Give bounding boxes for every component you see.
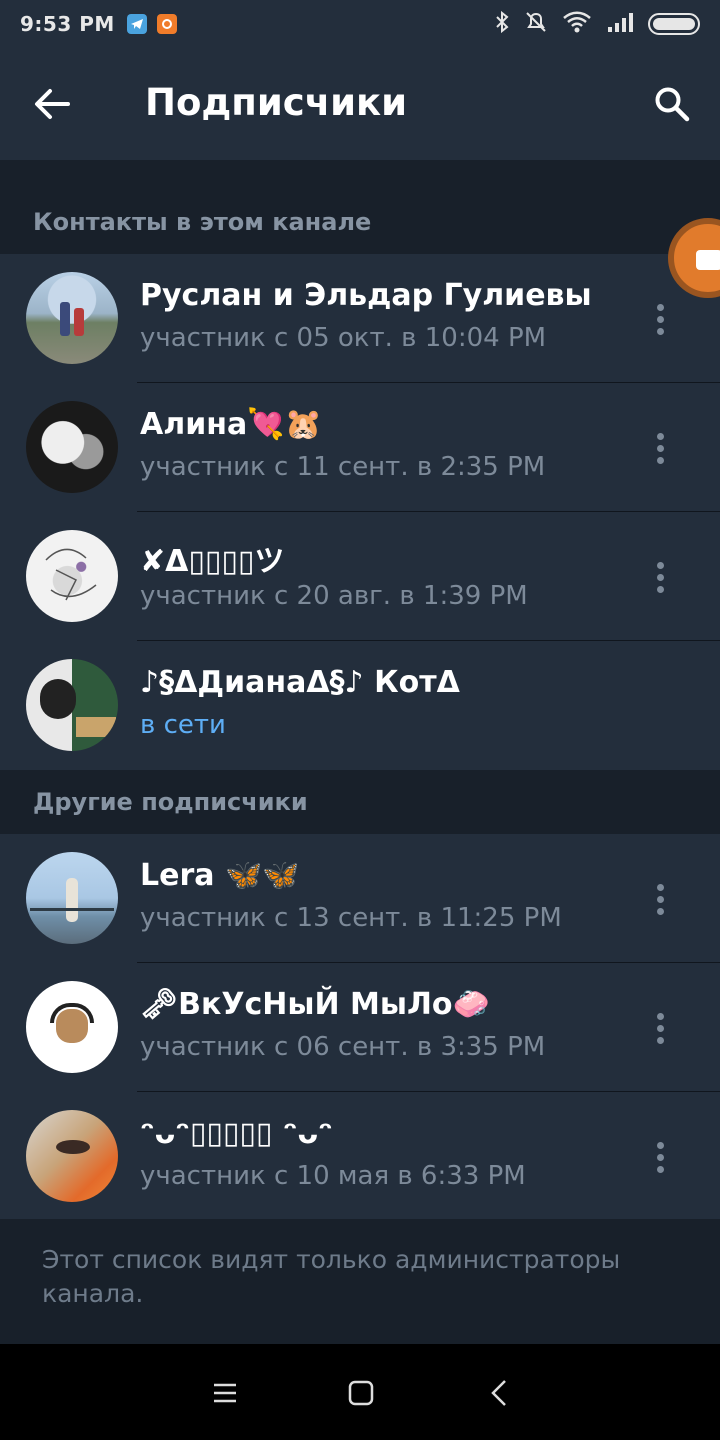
more-options-button[interactable] — [640, 1132, 680, 1182]
app-header: Подписчики — [0, 48, 720, 160]
member-name: ♪§ΔДианаΔ§♪ КотΔ — [140, 665, 460, 700]
member-name: ᵔᴗᵔ▯▯▯▯▯ ᵔᴗᵔ — [140, 1116, 333, 1151]
avatar — [26, 659, 118, 751]
admin-visibility-note: Этот список видят только администраторы … — [0, 1219, 720, 1344]
search-button[interactable] — [642, 76, 702, 132]
list-item[interactable]: ᵔᴗᵔ▯▯▯▯▯ ᵔᴗᵔ участник с 10 мая в 6:33 PM — [0, 1092, 720, 1221]
system-nav-bar — [0, 1344, 720, 1440]
section-header-contacts: Контакты в этом канале — [0, 190, 720, 254]
more-options-button[interactable] — [640, 1003, 680, 1053]
list-item[interactable]: ✘Δ▯▯▯▯ツ участник с 20 авг. в 1:39 PM — [0, 512, 720, 641]
record-icon — [156, 14, 177, 34]
list-item[interactable]: Lera 🦋🦋 участник с 13 сент. в 11:25 PM — [0, 834, 720, 963]
more-options-button[interactable] — [640, 423, 680, 473]
menu-button[interactable] — [200, 1368, 250, 1418]
member-subtitle: участник с 10 мая в 6:33 PM — [140, 1161, 526, 1191]
video-camera-icon — [696, 250, 720, 270]
section-header-others: Другие подписчики — [0, 770, 720, 834]
member-subtitle: участник с 06 сент. в 3:35 PM — [140, 1032, 546, 1062]
search-icon — [655, 87, 690, 122]
member-status-online: в сети — [140, 710, 226, 740]
avatar — [26, 852, 118, 944]
status-time: 9:53 PM — [20, 12, 115, 36]
avatar — [26, 981, 118, 1073]
avatar — [26, 272, 118, 364]
other-subscribers-list: Lera 🦋🦋 участник с 13 сент. в 11:25 PM 🗝… — [0, 834, 720, 1221]
member-subtitle: участник с 20 авг. в 1:39 PM — [140, 581, 528, 611]
page-title: Подписчики — [145, 81, 408, 124]
back-chevron-icon — [491, 1380, 506, 1406]
menu-icon — [214, 1383, 236, 1403]
bluetooth-icon — [494, 10, 510, 38]
more-options-button[interactable] — [640, 294, 680, 344]
back-button[interactable] — [22, 78, 82, 130]
more-options-button[interactable] — [640, 874, 680, 924]
signal-icon — [606, 11, 634, 37]
header-spacer — [0, 160, 720, 190]
member-name: Руслан и Эльдар Гулиевы — [140, 278, 592, 313]
mute-icon — [524, 10, 548, 38]
back-nav-button[interactable] — [474, 1368, 524, 1418]
member-subtitle: участник с 13 сент. в 11:25 PM — [140, 903, 562, 933]
list-item[interactable]: 🗝ВкУсНыЙ МыЛо🧼 участник с 06 сент. в 3:3… — [0, 963, 720, 1092]
member-name: Алина💘🐹 — [140, 407, 322, 442]
wifi-icon — [562, 10, 592, 38]
more-options-button[interactable] — [640, 552, 680, 602]
list-item[interactable]: ♪§ΔДианаΔ§♪ КотΔ в сети — [0, 641, 720, 770]
member-subtitle: участник с 11 сент. в 2:35 PM — [140, 452, 546, 482]
member-name: ✘Δ▯▯▯▯ツ — [140, 544, 285, 579]
list-item[interactable]: Алина💘🐹 участник с 11 сент. в 2:35 PM — [0, 383, 720, 512]
avatar — [26, 1110, 118, 1202]
list-item[interactable]: Руслан и Эльдар Гулиевы участник с 05 ок… — [0, 254, 720, 383]
contacts-list: Руслан и Эльдар Гулиевы участник с 05 ок… — [0, 254, 720, 770]
arrow-left-icon — [35, 89, 70, 119]
home-square-icon — [348, 1380, 374, 1406]
home-button[interactable] — [336, 1368, 386, 1418]
status-bar: 9:53 PM — [0, 0, 720, 48]
member-name: 🗝ВкУсНыЙ МыЛо🧼 — [140, 987, 490, 1022]
avatar — [26, 530, 118, 622]
battery-icon — [648, 13, 700, 35]
member-name: Lera 🦋🦋 — [140, 858, 300, 893]
telegram-icon — [126, 14, 147, 34]
avatar — [26, 401, 118, 493]
member-subtitle: участник с 05 окт. в 10:04 PM — [140, 323, 547, 353]
